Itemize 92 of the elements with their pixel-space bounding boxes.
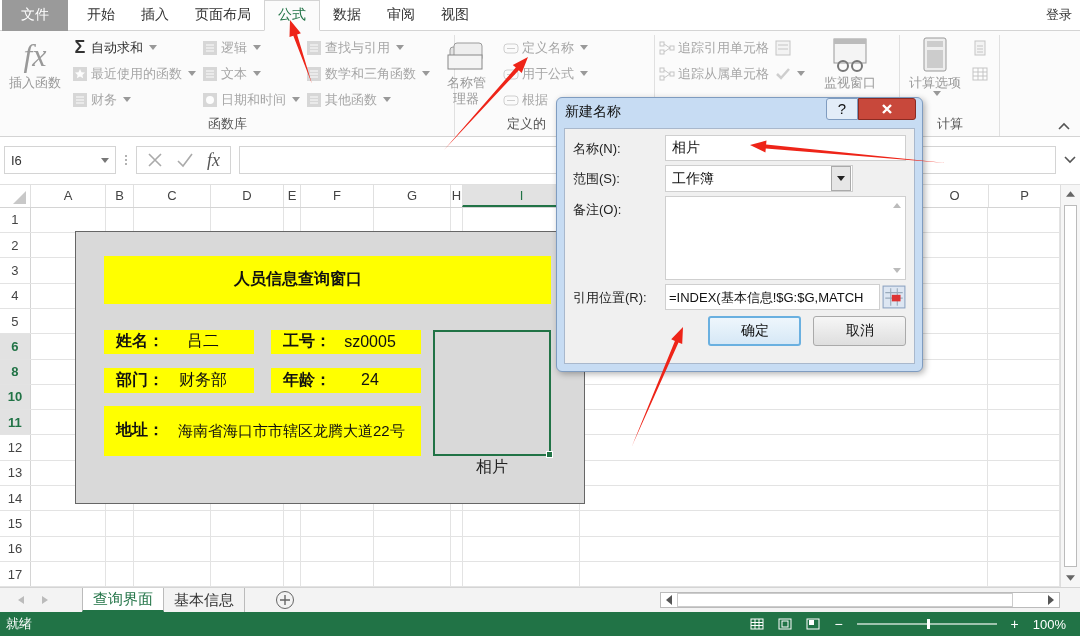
annotation-arrow — [289, 20, 312, 84]
caret-icon — [837, 176, 845, 181]
row-header[interactable]: 11 — [0, 410, 31, 435]
name-input[interactable]: 相片 — [665, 135, 906, 161]
add-sheet-icon[interactable] — [275, 590, 295, 611]
row-header[interactable]: 1 — [0, 207, 31, 232]
expand-icon[interactable] — [1064, 156, 1076, 165]
row-header[interactable]: 3 — [0, 258, 31, 283]
ribbon-tab[interactable]: 数据 — [320, 0, 374, 31]
info-field: 年龄： 24 — [271, 367, 421, 393]
column-header[interactable]: E — [283, 184, 300, 207]
zoom-out-button[interactable]: − — [834, 616, 843, 633]
list-icon — [306, 65, 322, 82]
sheet-icon — [775, 39, 791, 56]
name-box[interactable]: I6 — [4, 146, 116, 175]
info-field: 工号： sz0005 — [271, 329, 421, 354]
clock-icon — [202, 91, 218, 108]
dialog-button[interactable]: 取消 — [813, 316, 906, 346]
sheet-tab[interactable]: 查询界面 — [82, 588, 164, 613]
row-header[interactable]: 16 — [0, 536, 31, 561]
list-icon — [72, 91, 88, 108]
cancel-icon[interactable] — [147, 152, 163, 169]
row-header[interactable]: 10 — [0, 384, 31, 410]
column-header[interactable]: G — [373, 184, 450, 207]
row-header[interactable]: 13 — [0, 460, 31, 485]
collapse-ribbon-icon[interactable] — [1058, 121, 1070, 130]
row-header[interactable]: 5 — [0, 308, 31, 334]
dialog-title: 新建名称 — [565, 103, 621, 121]
row-header[interactable]: 17 — [0, 561, 31, 587]
field-label: 引用位置(R): — [573, 289, 648, 307]
glasses-window-icon — [830, 36, 870, 73]
scope-dropdown[interactable]: 工作簿 — [665, 165, 853, 192]
star-icon — [72, 65, 88, 82]
column-header[interactable]: C — [133, 184, 210, 207]
address-field: 地址： 海南省海口市市辖区龙腾大道22号 — [104, 405, 421, 456]
sign-in-link[interactable]: 登录 — [1046, 5, 1080, 24]
scroll-up-icon[interactable] — [1066, 190, 1075, 197]
info-field: 姓名： 吕二 — [104, 329, 254, 354]
row-header[interactable]: 15 — [0, 511, 31, 536]
photo-label: 相片 — [475, 457, 509, 478]
page-break-icon[interactable] — [806, 618, 821, 631]
close-icon — [881, 103, 893, 115]
ribbon-tab[interactable]: 插入 — [128, 0, 182, 31]
status-text: 就绪 — [6, 615, 32, 634]
photo-frame[interactable] — [433, 329, 551, 456]
table-icon — [972, 65, 988, 82]
dialog-button[interactable]: 确定 — [708, 316, 801, 346]
scroll-down-icon[interactable] — [1066, 575, 1075, 582]
row-header[interactable]: 2 — [0, 233, 31, 258]
list-icon — [306, 91, 322, 108]
ribbon-tab[interactable]: 开始 — [74, 0, 128, 31]
reference-input[interactable]: =INDEX(基本信息!$G:$G,MATCH — [665, 284, 880, 310]
row-header[interactable]: 4 — [0, 283, 31, 308]
flowchart-icon — [659, 39, 675, 56]
page-layout-icon[interactable] — [778, 618, 793, 631]
help-button[interactable]: ? — [826, 98, 858, 120]
column-header[interactable]: F — [300, 184, 373, 207]
vertical-scrollbar[interactable] — [1060, 184, 1080, 588]
horizontal-scrollbar[interactable] — [660, 592, 1060, 609]
ribbon-tab[interactable]: 公式 — [264, 0, 320, 31]
zoom-level: 100% — [1032, 616, 1066, 632]
scroll-left-icon[interactable] — [666, 595, 672, 606]
info-field: 部门： 财务部 — [104, 367, 254, 393]
group-label: 计算 — [935, 114, 964, 133]
close-button[interactable] — [858, 98, 916, 120]
row-header[interactable]: 14 — [0, 486, 31, 511]
zoom-in-button[interactable]: + — [1010, 616, 1019, 633]
ribbon-tab[interactable]: 视图 — [428, 0, 482, 31]
column-header[interactable]: D — [210, 184, 283, 207]
group-label: 函数库 — [206, 114, 248, 133]
list-icon — [202, 39, 218, 56]
row-header[interactable]: 8 — [0, 359, 31, 384]
drag-handle-icon[interactable] — [124, 153, 128, 168]
field-label: 名称(N): — [573, 140, 622, 158]
row-header[interactable]: 12 — [0, 435, 31, 460]
ribbon-button[interactable]: Σ 自动求和 — [72, 34, 196, 61]
column-header[interactable]: A — [30, 184, 105, 207]
insert-function-button[interactable]: fx — [207, 149, 220, 171]
flowchart-icon — [659, 65, 675, 82]
group-label: 定义的 — [506, 114, 547, 133]
range-picker-icon[interactable] — [882, 284, 906, 310]
column-header[interactable]: B — [105, 184, 133, 207]
normal-view-icon[interactable] — [750, 618, 765, 631]
ribbon-tab[interactable]: 审阅 — [374, 0, 428, 31]
calculator-icon — [972, 39, 988, 56]
row-header[interactable]: 6 — [0, 334, 31, 359]
list-icon — [202, 65, 218, 82]
checkmark-icon[interactable] — [177, 152, 193, 169]
scroll-right-icon[interactable] — [1048, 595, 1054, 606]
list-icon — [306, 39, 322, 56]
panel-title: 人员信息查询窗口 — [104, 255, 551, 304]
ribbon-tab[interactable]: 页面布局 — [182, 0, 264, 31]
